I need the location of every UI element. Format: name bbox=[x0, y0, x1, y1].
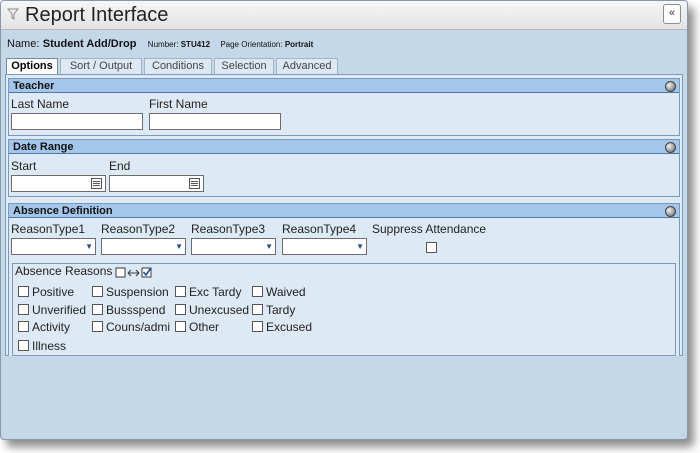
reason-activity[interactable]: Activity bbox=[18, 320, 70, 334]
reason-type1-label: ReasonType1 bbox=[11, 222, 86, 236]
absence-definition-section-header[interactable]: Absence Definition bbox=[9, 204, 679, 218]
reason-checkbox[interactable] bbox=[175, 304, 186, 315]
report-window: Report Interface « Name: Student Add/Dro… bbox=[0, 0, 688, 440]
report-info: Name: Student Add/Drop Number: STU412 Pa… bbox=[7, 36, 677, 52]
reason-checkbox[interactable] bbox=[92, 286, 103, 297]
absence-reasons-group: Absence Reasons Positive Suspension Exc … bbox=[12, 263, 676, 356]
reason-unexcused[interactable]: Unexcused bbox=[175, 303, 249, 317]
first-name-input[interactable] bbox=[149, 113, 281, 130]
reason-checkbox[interactable] bbox=[18, 304, 29, 315]
absence-reasons-label: Absence Reasons bbox=[15, 264, 113, 278]
last-name-label: Last Name bbox=[11, 97, 70, 111]
reason-couns-admi[interactable]: Couns/admi bbox=[92, 320, 170, 334]
start-date-input[interactable] bbox=[11, 175, 106, 192]
reason-illness[interactable]: Illness bbox=[18, 339, 66, 353]
reason-excused[interactable]: Excused bbox=[252, 320, 312, 334]
report-name: Student Add/Drop bbox=[42, 38, 137, 50]
tab-options[interactable]: Options bbox=[6, 58, 58, 75]
teacher-section-header[interactable]: Teacher bbox=[9, 79, 679, 93]
select-all-icon[interactable] bbox=[115, 266, 155, 279]
date-range-section-title: Date Range bbox=[13, 141, 74, 153]
absence-definition-section-title: Absence Definition bbox=[13, 205, 113, 217]
options-panel: Teacher Last Name First Name Date Range … bbox=[5, 74, 683, 360]
reason-checkbox[interactable] bbox=[175, 286, 186, 297]
start-date-label: Start bbox=[11, 159, 37, 173]
reason-type4-label: ReasonType4 bbox=[282, 222, 357, 236]
title-bar: Report Interface « bbox=[1, 1, 687, 30]
reason-unverified[interactable]: Unverified bbox=[18, 303, 86, 317]
chevron-down-icon: ▼ bbox=[356, 242, 364, 251]
tab-conditions[interactable]: Conditions bbox=[144, 58, 212, 74]
teacher-section-title: Teacher bbox=[13, 80, 55, 92]
orientation-label: Page Orientation: bbox=[220, 40, 283, 49]
absence-definition-section: Absence Definition ReasonType1 ReasonTyp… bbox=[8, 203, 680, 360]
tab-selection[interactable]: Selection bbox=[214, 58, 274, 74]
reason-positive[interactable]: Positive bbox=[18, 285, 74, 299]
number-label: Number: bbox=[147, 40, 179, 49]
first-name-label: First Name bbox=[149, 97, 208, 111]
reason-suspension[interactable]: Suspension bbox=[92, 285, 169, 299]
empty-area bbox=[5, 356, 681, 436]
circle-toggle-icon[interactable] bbox=[665, 142, 676, 153]
reason-type2-label: ReasonType2 bbox=[101, 222, 176, 236]
reason-type3-label: ReasonType3 bbox=[191, 222, 266, 236]
reason-checkbox[interactable] bbox=[92, 321, 103, 332]
date-range-section-header[interactable]: Date Range bbox=[9, 140, 679, 154]
chevron-down-icon: ▼ bbox=[85, 242, 93, 251]
reason-checkbox[interactable] bbox=[18, 286, 29, 297]
date-range-section: Date Range Start End bbox=[8, 139, 680, 197]
reason-bussspend[interactable]: Bussspend bbox=[92, 303, 165, 317]
report-number: STU412 bbox=[180, 40, 211, 49]
reason-type4-select[interactable]: ▼ bbox=[282, 238, 367, 255]
page-orientation: Portrait bbox=[284, 40, 314, 49]
reason-exc-tardy[interactable]: Exc Tardy bbox=[175, 285, 241, 299]
reason-tardy[interactable]: Tardy bbox=[252, 303, 295, 317]
reason-checkbox[interactable] bbox=[252, 321, 263, 332]
funnel-icon bbox=[7, 8, 19, 20]
end-date-label: End bbox=[109, 159, 131, 173]
reason-checkbox[interactable] bbox=[92, 304, 103, 315]
reason-checkbox[interactable] bbox=[252, 286, 263, 297]
chevron-down-icon: ▼ bbox=[265, 242, 273, 251]
suppress-attendance-label: Suppress Attendance bbox=[372, 222, 487, 236]
suppress-attendance-checkbox[interactable] bbox=[426, 242, 437, 253]
circle-toggle-icon[interactable] bbox=[665, 81, 676, 92]
window-title: Report Interface bbox=[25, 4, 169, 26]
chevron-left-icon[interactable]: « bbox=[663, 4, 681, 24]
chevron-down-icon: ▼ bbox=[175, 242, 183, 251]
tab-sort-output[interactable]: Sort / Output bbox=[60, 58, 142, 74]
reason-waived[interactable]: Waived bbox=[252, 285, 306, 299]
last-name-input[interactable] bbox=[11, 113, 143, 130]
reason-type3-select[interactable]: ▼ bbox=[191, 238, 276, 255]
reason-checkbox[interactable] bbox=[18, 340, 29, 351]
name-label: Name: bbox=[7, 38, 40, 50]
reason-other[interactable]: Other bbox=[175, 320, 219, 334]
reason-checkbox[interactable] bbox=[252, 304, 263, 315]
end-date-input[interactable] bbox=[109, 175, 204, 192]
teacher-section: Teacher Last Name First Name bbox=[8, 78, 680, 136]
calendar-icon[interactable] bbox=[91, 178, 102, 189]
calendar-icon[interactable] bbox=[189, 178, 200, 189]
reason-type2-select[interactable]: ▼ bbox=[101, 238, 186, 255]
reason-checkbox[interactable] bbox=[18, 321, 29, 332]
tab-advanced[interactable]: Advanced bbox=[276, 58, 338, 74]
reason-type1-select[interactable]: ▼ bbox=[11, 238, 96, 255]
reason-checkbox[interactable] bbox=[175, 321, 186, 332]
circle-toggle-icon[interactable] bbox=[665, 206, 676, 217]
